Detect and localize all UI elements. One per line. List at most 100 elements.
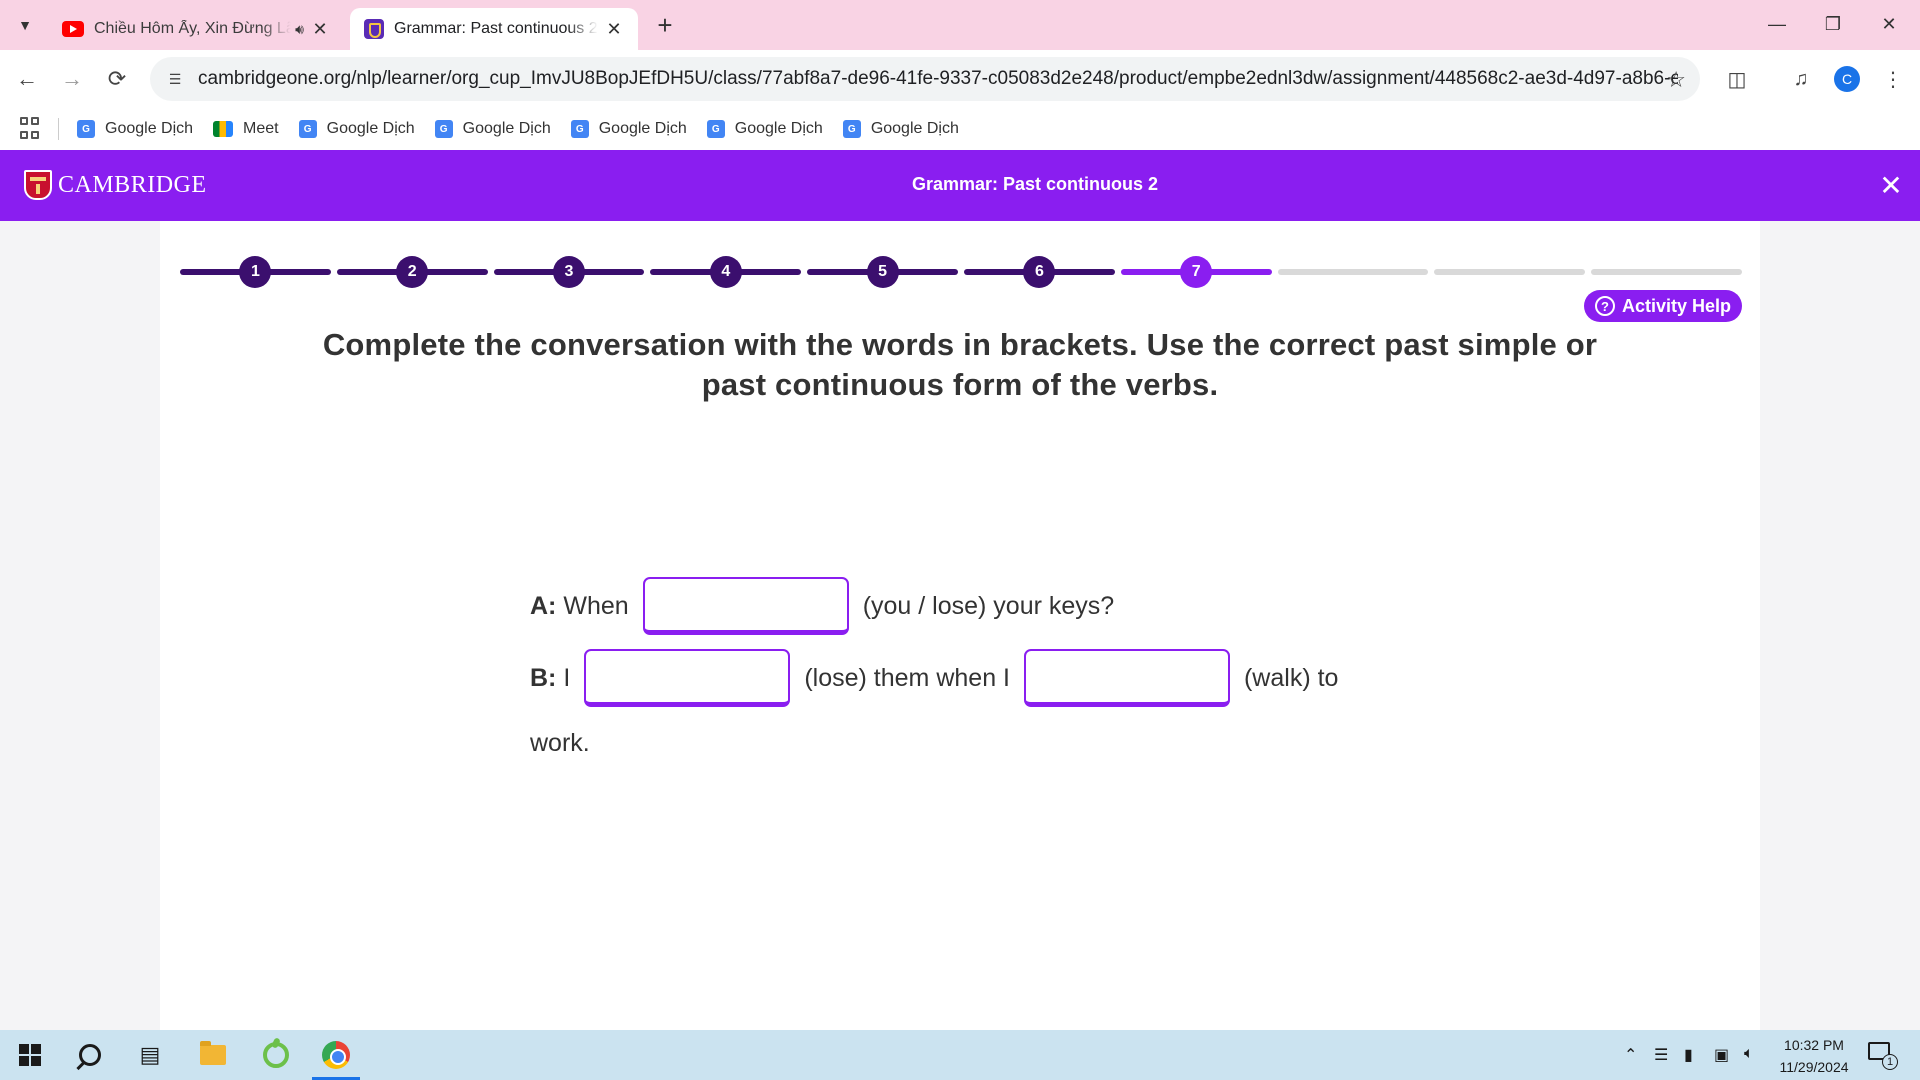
- address-bar[interactable]: ☰ cambridgeone.org/nlp/learner/org_cup_I…: [150, 57, 1700, 101]
- close-window-button[interactable]: ✕: [1866, 8, 1912, 40]
- step-3-button[interactable]: 3: [553, 256, 585, 288]
- speaker-icon[interactable]: 🔊︎: [295, 21, 304, 38]
- task-view-button[interactable]: ▤: [120, 1030, 180, 1080]
- browser-toolbar: ← → ⟳ ☰ cambridgeone.org/nlp/learner/org…: [0, 50, 1920, 108]
- green-app-icon: [263, 1042, 289, 1068]
- step-6-button[interactable]: 6: [1023, 256, 1056, 288]
- bookmark-star-icon[interactable]: ☆: [1666, 67, 1686, 93]
- line-text: (you / lose) your keys?: [862, 591, 1115, 620]
- profile-avatar[interactable]: C: [1834, 66, 1860, 92]
- activity-panel: 1 2 3 4 5 6 7 ? Activity Help Complete the con…: [160, 221, 1760, 1030]
- bookmark-item[interactable]: G Google Dịch: [706, 120, 823, 138]
- speaker-label: B:: [530, 663, 557, 692]
- chrome-taskbar-button[interactable]: [306, 1030, 366, 1080]
- progress-stepper: 1 2 3 4 5 6 7: [180, 255, 1742, 289]
- search-icon: [79, 1044, 101, 1066]
- bookmark-item[interactable]: G Google Dịch: [77, 120, 193, 138]
- back-button[interactable]: ←: [10, 62, 44, 96]
- green-app-button[interactable]: [246, 1030, 306, 1080]
- windows-taskbar: ▤ ⌃ ☰ ▮ ▣ 🔈︎ 10:32 PM 11/29/2024 1: [0, 1030, 1920, 1080]
- step-2-button[interactable]: 2: [396, 256, 429, 288]
- bookmark-item[interactable]: G Google Dịch: [570, 120, 687, 138]
- site-info-icon[interactable]: ☰: [164, 68, 186, 90]
- answer-input-3[interactable]: [1023, 649, 1230, 707]
- file-explorer-button[interactable]: [183, 1030, 243, 1080]
- google-meet-icon: [213, 121, 234, 137]
- tab-youtube[interactable]: Chiều Hôm Ấy, Xin Đừng Lãng Quên 🔊︎ ✕: [48, 8, 344, 50]
- chevron-up-icon[interactable]: ⌃: [1624, 1045, 1637, 1065]
- dialogue-line-b-continued: work.: [530, 729, 590, 758]
- network-icon[interactable]: ▣: [1714, 1045, 1729, 1065]
- bookmark-item[interactable]: Meet: [213, 120, 279, 138]
- tab-search-button[interactable]: ▼: [10, 11, 40, 39]
- bookmark-item[interactable]: G Google Dịch: [842, 120, 959, 138]
- tab-grammar-active[interactable]: Grammar: Past continuous 2 | Cambridge O…: [350, 8, 638, 50]
- extensions-icon[interactable]: ◫: [1722, 64, 1752, 94]
- line-text: I: [563, 663, 571, 692]
- line-text: (walk) to: [1243, 663, 1339, 692]
- progress-segment: [1591, 269, 1742, 275]
- chrome-icon: [322, 1041, 350, 1069]
- step-5-button[interactable]: 5: [866, 256, 899, 288]
- tab-title: Chiều Hôm Ấy, Xin Đừng Lãng Quên: [94, 20, 292, 37]
- tab-title: Grammar: Past continuous 2 | Cambridge O…: [394, 20, 598, 37]
- notification-center-button[interactable]: 1: [1868, 1042, 1898, 1070]
- youtube-icon: [62, 21, 84, 37]
- line-text: work.: [530, 729, 590, 757]
- bookmark-label: Meet: [243, 120, 279, 137]
- bookmark-label: Google Dịch: [462, 120, 551, 137]
- apps-grid-icon[interactable]: [20, 117, 44, 141]
- answer-input-1[interactable]: [642, 577, 849, 635]
- line-text: When: [563, 591, 629, 620]
- reload-icon: ⟳: [107, 66, 127, 91]
- question-circle-icon: ?: [1594, 296, 1615, 316]
- bookmark-item[interactable]: G Google Dịch: [298, 120, 415, 138]
- volume-icon[interactable]: 🔈︎: [1744, 1045, 1754, 1063]
- bookmark-label: Google Dịch: [734, 120, 823, 137]
- answer-input-2[interactable]: [584, 649, 791, 707]
- progress-segment: [1434, 269, 1586, 275]
- forward-button[interactable]: →: [55, 62, 89, 96]
- activity-help-button[interactable]: ? Activity Help: [1584, 290, 1742, 322]
- google-translate-icon: G: [77, 120, 95, 138]
- clock-time: 10:32 PM: [1784, 1037, 1844, 1053]
- minimize-button[interactable]: —: [1754, 8, 1800, 40]
- taskbar-search-button[interactable]: [60, 1030, 120, 1080]
- speaker-label: A:: [530, 591, 557, 620]
- activity-help-label: Activity Help: [1621, 295, 1732, 316]
- divider: [58, 118, 59, 140]
- more-menu-icon[interactable]: ⋮: [1878, 64, 1908, 94]
- windows-start-icon: [19, 1044, 41, 1066]
- bookmark-item[interactable]: G Google Dịch: [434, 120, 551, 138]
- app-header: CAMBRIDGE Grammar: Past continuous 2 ✕: [0, 150, 1920, 221]
- chevron-down-icon: ▼: [18, 17, 32, 33]
- arrow-left-icon: ←: [16, 66, 38, 91]
- step-4-button[interactable]: 4: [709, 256, 742, 288]
- google-translate-icon: G: [570, 120, 589, 138]
- dialogue-line-b: B: I (lose) them when I (walk) to: [530, 649, 1338, 707]
- task-view-icon: ▤: [139, 1042, 161, 1067]
- step-1-button[interactable]: 1: [239, 256, 272, 288]
- new-tab-button[interactable]: +: [650, 10, 680, 40]
- google-translate-icon: G: [706, 120, 725, 138]
- system-clock[interactable]: 10:32 PM 11/29/2024: [1766, 1034, 1862, 1078]
- input-method-icon[interactable]: ☰: [1654, 1045, 1668, 1065]
- start-button[interactable]: [0, 1030, 60, 1080]
- google-translate-icon: G: [842, 120, 861, 138]
- media-control-icon[interactable]: ♫: [1786, 64, 1816, 94]
- step-7-button[interactable]: 7: [1180, 256, 1213, 288]
- google-translate-icon: G: [298, 120, 317, 138]
- bookmark-label: Google Dịch: [870, 120, 959, 137]
- close-tab-icon[interactable]: ✕: [310, 19, 330, 39]
- close-tab-icon[interactable]: ✕: [604, 19, 624, 39]
- reload-button[interactable]: ⟳: [100, 62, 134, 96]
- close-activity-button[interactable]: ✕: [1876, 169, 1906, 201]
- bookmark-label: Google Dịch: [598, 120, 687, 137]
- restore-button[interactable]: ❐: [1810, 8, 1856, 40]
- arrow-right-icon: →: [61, 66, 83, 91]
- close-icon: ✕: [1879, 169, 1903, 201]
- dialogue-line-a: A: When (you / lose) your keys?: [530, 577, 1114, 635]
- url-text: cambridgeone.org/nlp/learner/org_cup_Imv…: [198, 68, 1678, 89]
- battery-icon[interactable]: ▮: [1684, 1045, 1693, 1065]
- bookmarks-bar: G Google Dịch Meet G Google Dịch G Google D…: [0, 108, 1920, 150]
